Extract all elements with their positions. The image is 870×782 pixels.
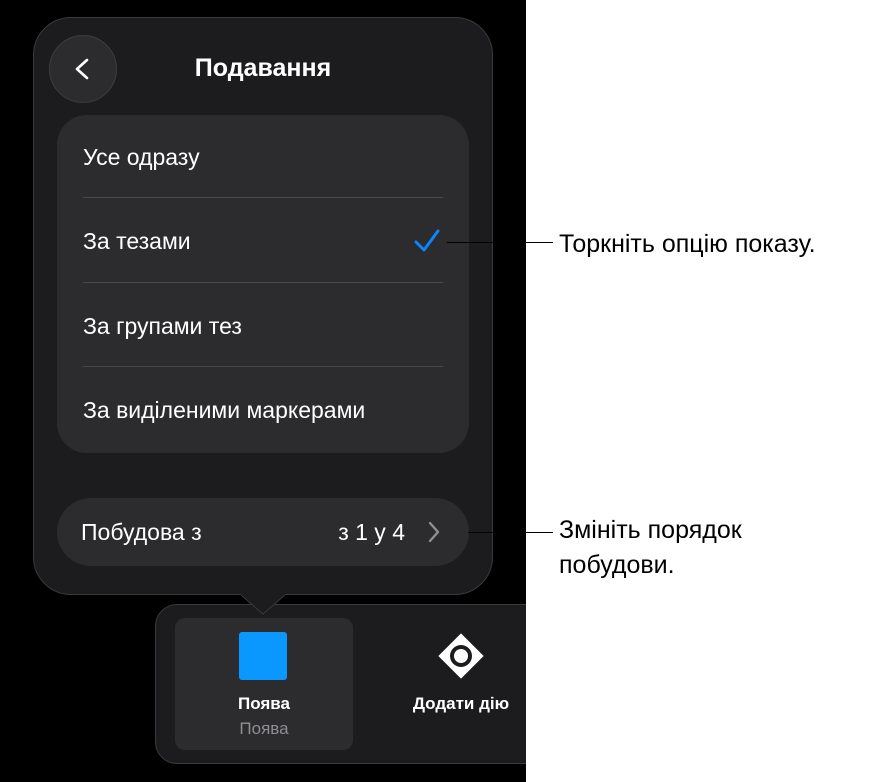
callout-line-options [447, 242, 553, 243]
device-screen: Подавання Усе одразу За тезами За групам… [0, 0, 526, 782]
callout-line-build [468, 532, 553, 533]
add-action-icon[interactable] [435, 630, 487, 682]
option-by-highlighted-bullet[interactable]: За виділеними маркерами [57, 368, 469, 452]
appear-label: Поява [238, 694, 290, 713]
divider [83, 282, 443, 283]
add-action-label: Додати дію [412, 694, 510, 713]
callout-build-line1: Змініть порядок [559, 516, 742, 544]
option-label: За групами тез [83, 313, 242, 339]
option-by-bullet-group[interactable]: За групами тез [57, 284, 469, 368]
callout-build-line2: побудови. [559, 551, 675, 579]
divider [83, 197, 443, 198]
appear-square-icon [239, 632, 287, 680]
checkmark-icon [414, 229, 440, 252]
build-order-value: з 1 у 4 [338, 519, 405, 545]
popover-title: Подавання [194, 54, 332, 82]
chevron-left-icon [75, 58, 89, 80]
chevron-right-icon [428, 521, 440, 543]
popover-pointer [241, 585, 285, 615]
option-label: Усе одразу [83, 144, 200, 170]
callout-options: Торкніть опцію показу. [559, 230, 816, 258]
build-order-row[interactable]: Побудова з з 1 у 4 [57, 498, 469, 566]
build-order-label: Побудова з [81, 519, 202, 545]
delivery-options-list: Усе одразу За тезами За групами тез За в… [57, 115, 469, 453]
back-button[interactable] [49, 35, 117, 103]
divider [83, 366, 443, 367]
appear-sublabel: Поява [239, 719, 289, 738]
option-label: За тезами [83, 228, 191, 254]
option-all-at-once[interactable]: Усе одразу [57, 115, 469, 199]
option-label: За виділеними маркерами [83, 397, 366, 423]
option-by-bullet[interactable]: За тезами [57, 199, 469, 283]
